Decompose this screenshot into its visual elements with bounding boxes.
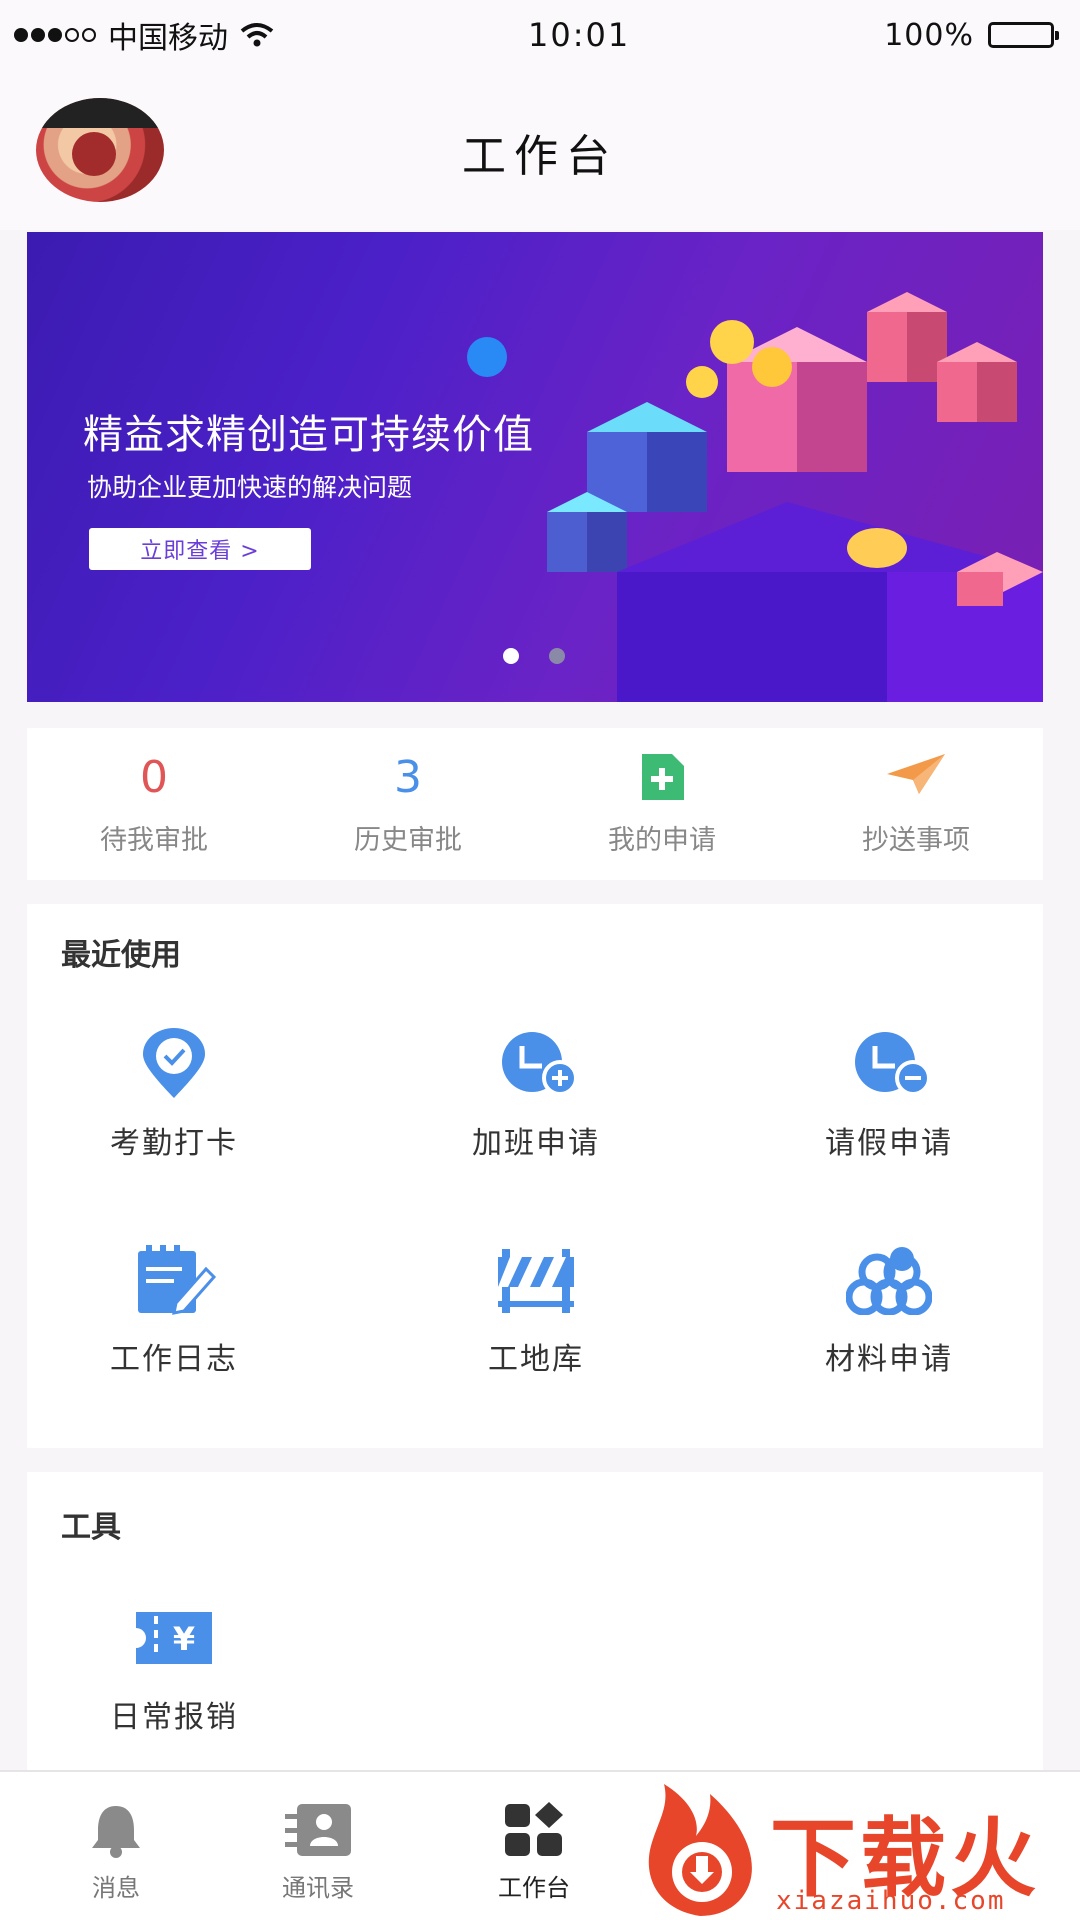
- approval-stats: 0 待我审批 3 历史审批 我的申请 抄送事项: [27, 728, 1043, 880]
- grid-item-label: 考勤打卡: [110, 1126, 238, 1161]
- pending-count: 0: [140, 751, 168, 803]
- stat-label: 我的申请: [608, 824, 716, 856]
- grid-item-site-library[interactable]: 工地库: [416, 1240, 656, 1378]
- flame-logo-icon: [648, 1784, 752, 1916]
- banner-title: 精益求精创造可持续价值: [83, 412, 534, 458]
- contacts-icon: [285, 1804, 351, 1856]
- grid-item-label: 加班申请: [472, 1126, 600, 1161]
- watermark-url: xiazaihuo.com: [776, 1886, 1006, 1916]
- grid-item-leave[interactable]: 请假申请: [769, 1024, 1009, 1162]
- grid-item-overtime[interactable]: 加班申请: [416, 1024, 656, 1162]
- grid-item-work-log[interactable]: 工作日志: [54, 1240, 294, 1378]
- stat-label: 待我审批: [100, 824, 208, 856]
- stat-label: 历史审批: [354, 824, 462, 856]
- grid-item-label: 日常报销: [110, 1700, 238, 1735]
- stat-my-applications[interactable]: 我的申请: [535, 728, 789, 880]
- tab-label: 通讯录: [282, 1874, 354, 1902]
- workbench-icon: [505, 1802, 563, 1856]
- page-title: 工作台: [462, 131, 618, 182]
- grid-item-label: 工地库: [488, 1342, 584, 1377]
- recent-section: 最近使用 考勤打卡 加班申请 请假申请 工作日志 工地库 材料申请: [27, 904, 1043, 1448]
- road-barrier-icon: [491, 1240, 581, 1320]
- carousel-dots[interactable]: [503, 648, 565, 664]
- tools-section: 工具 ¥ 日常报销: [27, 1472, 1043, 1772]
- wifi-icon: [240, 23, 274, 47]
- status-bar: 中国移动 10:01 100%: [0, 0, 1080, 70]
- tab-workbench[interactable]: 工作台: [454, 1802, 614, 1903]
- carousel-dot[interactable]: [503, 648, 519, 664]
- status-left: 中国移动: [14, 13, 274, 57]
- location-check-icon: [129, 1024, 219, 1104]
- header: 工作台: [0, 70, 1080, 230]
- status-right: 100%: [884, 17, 1059, 53]
- clock-plus-icon: [491, 1024, 581, 1104]
- carousel-dot[interactable]: [549, 648, 565, 664]
- signal-icon: [14, 28, 96, 42]
- section-title: 工具: [61, 1510, 121, 1545]
- clock-minus-icon: [844, 1024, 934, 1104]
- paper-plane-icon: [885, 752, 947, 804]
- tab-contacts[interactable]: 通讯录: [238, 1802, 398, 1903]
- stat-pending-approval[interactable]: 0 待我审批: [27, 728, 281, 880]
- status-time: 10:01: [528, 16, 631, 54]
- battery-percent: 100%: [884, 17, 974, 53]
- stat-cc-items[interactable]: 抄送事项: [789, 728, 1043, 880]
- battery-icon: [988, 22, 1059, 48]
- notepad-pen-icon: [129, 1240, 219, 1320]
- grid-item-label: 材料申请: [825, 1342, 953, 1377]
- carrier-name: 中国移动: [108, 21, 228, 56]
- grid-item-materials[interactable]: 材料申请: [769, 1240, 1009, 1378]
- banner-illustration: [467, 292, 1043, 702]
- banner-view-button[interactable]: 立即查看 >: [89, 528, 311, 570]
- svg-text:¥: ¥: [173, 1620, 195, 1658]
- add-document-icon: [638, 752, 686, 804]
- bell-icon: [92, 1806, 140, 1858]
- tab-label: 消息: [92, 1874, 140, 1902]
- section-title: 最近使用: [61, 938, 181, 973]
- history-count: 3: [394, 751, 422, 803]
- yuan-ticket-icon: ¥: [129, 1598, 219, 1678]
- material-rolls-icon: [844, 1240, 934, 1320]
- promo-banner[interactable]: 精益求精创造可持续价值 协助企业更加快速的解决问题 立即查看 >: [27, 232, 1043, 702]
- stat-history-approval[interactable]: 3 历史审批: [281, 728, 535, 880]
- tab-label: 工作台: [498, 1874, 570, 1902]
- watermark-logo: 下载火 xiazaihuo.com: [640, 1780, 1080, 1920]
- grid-item-reimbursement[interactable]: ¥ 日常报销: [54, 1598, 294, 1736]
- tab-messages[interactable]: 消息: [36, 1802, 196, 1903]
- banner-subtitle: 协助企业更加快速的解决问题: [87, 473, 413, 502]
- stat-label: 抄送事项: [862, 824, 970, 856]
- grid-item-label: 工作日志: [110, 1342, 238, 1377]
- grid-item-attendance[interactable]: 考勤打卡: [54, 1024, 294, 1162]
- grid-item-label: 请假申请: [825, 1126, 953, 1161]
